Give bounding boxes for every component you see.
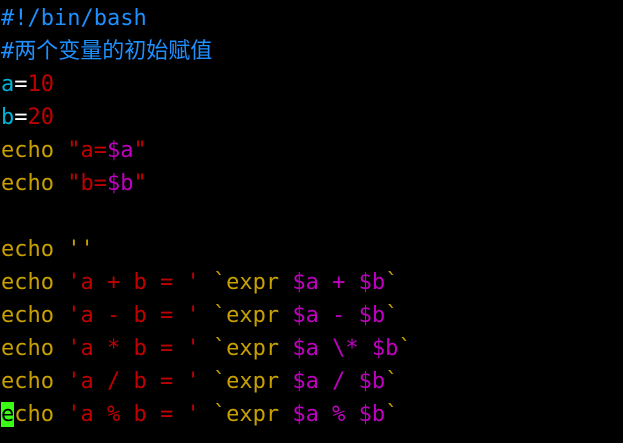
code-token: 'a * b = ' <box>67 336 200 361</box>
code-token: b <box>1 105 15 130</box>
code-token: ` <box>385 303 399 328</box>
code-token: `expr <box>199 402 293 427</box>
code-line[interactable]: echo "a=$a" <box>0 134 623 167</box>
code-token: `expr <box>199 369 293 394</box>
code-token: echo <box>1 171 68 196</box>
code-line[interactable] <box>0 200 623 233</box>
code-token: = <box>14 105 28 130</box>
code-line[interactable]: echo "b=$b" <box>0 167 623 200</box>
text-cursor: e <box>1 402 15 427</box>
code-token: 'a / b = ' <box>67 369 200 394</box>
code-token: ` <box>385 270 399 295</box>
code-token: #!/bin/bash <box>1 6 147 31</box>
code-line[interactable]: echo 'a * b = ' `expr $a \* $b` <box>0 332 623 365</box>
code-token: $a <box>106 138 134 163</box>
code-token: `expr <box>199 336 293 361</box>
code-token: ` <box>385 369 399 394</box>
code-line[interactable]: #两个变量的初始赋值 <box>0 35 623 68</box>
code-token: `expr <box>199 270 293 295</box>
code-token: echo <box>1 369 68 394</box>
code-token: echo <box>1 237 68 262</box>
code-token: a <box>1 72 15 97</box>
code-token: 'a + b = ' <box>67 270 200 295</box>
code-token: $b <box>106 171 134 196</box>
code-token: 'a - b = ' <box>67 303 200 328</box>
code-token: '' <box>67 237 94 262</box>
code-line[interactable]: echo 'a + b = ' `expr $a + $b` <box>0 266 623 299</box>
code-token: " <box>133 171 147 196</box>
code-line[interactable]: echo 'a / b = ' `expr $a / $b` <box>0 365 623 398</box>
code-token: $a - $b <box>292 303 386 328</box>
code-token: ` <box>385 402 399 427</box>
code-token: echo <box>1 270 68 295</box>
code-token: 'a % b = ' <box>67 402 200 427</box>
code-line[interactable]: echo 'a % b = ' `expr $a % $b` <box>0 398 623 431</box>
code-token: #两个变量的初始赋值 <box>1 39 213 64</box>
code-line[interactable]: #!/bin/bash <box>0 2 623 35</box>
code-token: " <box>133 138 147 163</box>
code-line[interactable]: echo '' <box>0 233 623 266</box>
code-token: ` <box>398 336 412 361</box>
code-line[interactable]: a=10 <box>0 68 623 101</box>
code-token: 10 <box>27 72 55 97</box>
code-token: $a + $b <box>292 270 386 295</box>
code-token: echo <box>1 138 68 163</box>
code-token: = <box>14 72 28 97</box>
code-token: "b= <box>67 171 107 196</box>
code-token: 20 <box>27 105 55 130</box>
code-line[interactable]: b=20 <box>0 101 623 134</box>
code-token: "a= <box>67 138 107 163</box>
code-token: $a / $b <box>292 369 386 394</box>
code-token: $a % $b <box>292 402 386 427</box>
terminal-editor[interactable]: #!/bin/bash #两个变量的初始赋值 a=10 b=20 echo "a=$a"… <box>0 0 623 443</box>
code-area[interactable]: #!/bin/bash #两个变量的初始赋值 a=10 b=20 echo "a=$a"… <box>0 2 623 431</box>
code-line[interactable]: echo 'a - b = ' `expr $a - $b` <box>0 299 623 332</box>
code-token: echo <box>1 303 68 328</box>
code-token: cho <box>14 402 68 427</box>
code-token: $a \* $b <box>292 336 399 361</box>
code-token: echo <box>1 336 68 361</box>
code-token: `expr <box>199 303 293 328</box>
